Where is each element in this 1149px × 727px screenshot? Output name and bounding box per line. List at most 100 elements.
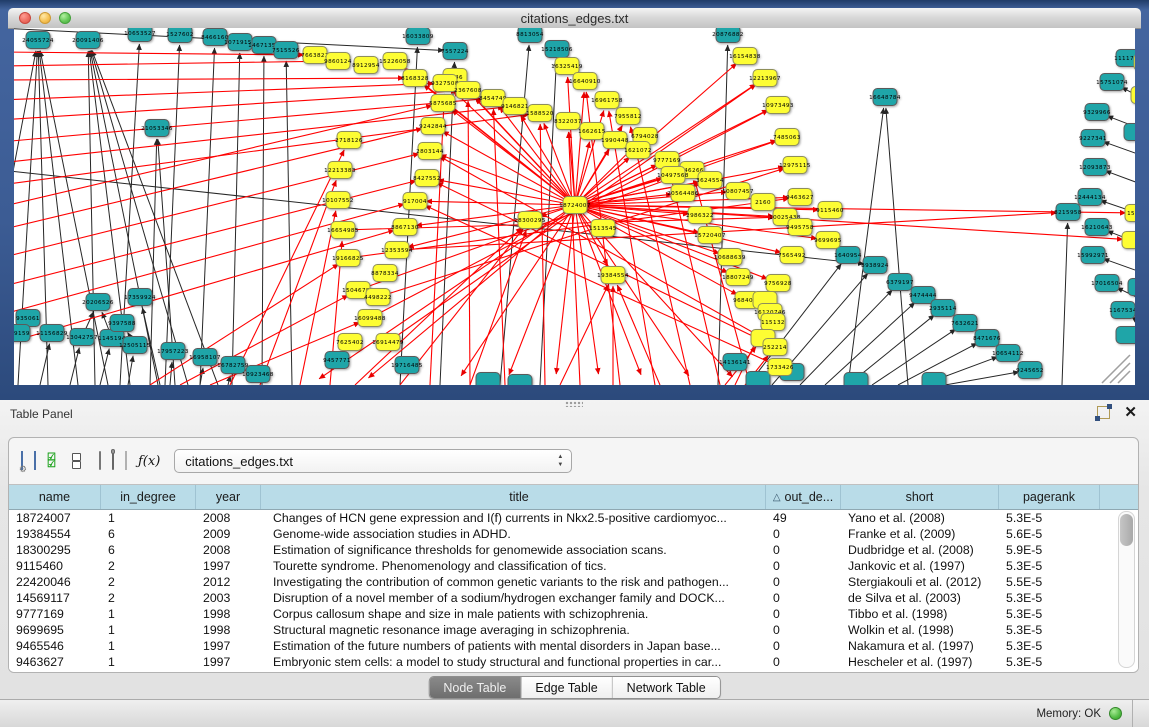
graph-node[interactable]: 8867130: [391, 219, 419, 236]
graph-node[interactable]: 1513545: [589, 220, 617, 237]
graph-node[interactable]: [1131, 87, 1135, 104]
graph-node[interactable]: 9777169: [653, 152, 681, 169]
table-options-icon[interactable]: ⚙: [21, 452, 23, 470]
graph-node[interactable]: [922, 373, 946, 386]
graph-node[interactable]: 18807249: [722, 269, 754, 286]
graph-node[interactable]: 16961758: [591, 92, 623, 109]
graph-node[interactable]: 252214: [763, 339, 787, 356]
show-columns-icon[interactable]: [34, 452, 36, 470]
graph-node[interactable]: 18300295: [514, 212, 546, 229]
float-panel-icon[interactable]: [1097, 406, 1110, 419]
graph-node[interactable]: 1621072: [624, 142, 652, 159]
graph-node[interactable]: 1167534: [1109, 302, 1135, 319]
graph-node[interactable]: 2160: [751, 194, 775, 211]
graph-node[interactable]: 8912954: [352, 57, 380, 74]
graph-node[interactable]: 12975115: [779, 157, 811, 174]
graph-node[interactable]: 9227341: [1079, 130, 1107, 147]
graph-node[interactable]: 14136141: [719, 354, 751, 371]
graph-node[interactable]: 5875685: [429, 95, 457, 112]
graph-node[interactable]: [476, 373, 500, 386]
graph-node[interactable]: 16914479: [372, 334, 404, 351]
graph-node[interactable]: 9457771: [323, 352, 351, 369]
graph-node[interactable]: 19384554: [597, 267, 629, 284]
graph-node[interactable]: [1124, 124, 1135, 141]
graph-node[interactable]: 16154838: [729, 48, 761, 65]
graph-node[interactable]: 10497568: [657, 167, 689, 184]
close-panel-icon[interactable]: ✕: [1124, 406, 1137, 419]
column-header-in-degree[interactable]: in_degree: [101, 485, 196, 509]
graph-node[interactable]: 15218506: [541, 41, 573, 58]
delete-column-icon[interactable]: [112, 452, 114, 470]
graph-node[interactable]: [844, 373, 868, 386]
graph-node[interactable]: 10923468: [242, 366, 274, 383]
graph-node[interactable]: 10107552: [322, 192, 354, 209]
graph-node[interactable]: 9397588: [108, 315, 136, 332]
table-mode-icon[interactable]: [72, 453, 80, 469]
graph-node[interactable]: 15720407: [694, 227, 726, 244]
graph-node[interactable]: 7557224: [441, 43, 469, 60]
graph-node[interactable]: 9756928: [764, 275, 792, 292]
column-header-out-degree[interactable]: △ out_de...: [766, 485, 841, 509]
graph-node[interactable]: 13042757: [66, 329, 98, 346]
graph-node[interactable]: 12505115: [119, 337, 151, 354]
graph-node[interactable]: 9699695: [814, 232, 842, 249]
graph-node[interactable]: 15751074: [1096, 74, 1128, 91]
tab-network-table[interactable]: Network Table: [613, 677, 720, 698]
graph-node[interactable]: 16640910: [569, 73, 601, 90]
graph-node[interactable]: 17957223: [157, 343, 189, 360]
graph-node[interactable]: 17359924: [124, 289, 156, 306]
graph-node[interactable]: 20564486: [667, 185, 699, 202]
graph-node[interactable]: 20876882: [712, 28, 744, 43]
graph-node[interactable]: 917004: [403, 193, 427, 210]
column-header-year[interactable]: year: [196, 485, 261, 509]
table-row[interactable]: 1456911722003Disruption of a novel membe…: [9, 590, 1138, 606]
graph-node[interactable]: 8168328: [401, 70, 429, 87]
graph-node[interactable]: 8322037: [554, 113, 582, 130]
table-row[interactable]: 911546021997Tourette syndrome. Phenomeno…: [9, 558, 1138, 574]
canvas-resize-grip[interactable]: [1102, 355, 1130, 383]
column-header-title[interactable]: title: [261, 485, 766, 509]
table-row[interactable]: 1872400712008Changes of HCN gene express…: [9, 510, 1138, 526]
table-select-dropdown[interactable]: citations_edges.txt ▲▼: [174, 449, 572, 473]
graph-node[interactable]: 4498222: [364, 289, 392, 306]
graph-node[interactable]: 2718126: [335, 132, 363, 149]
graph-node[interactable]: 10688639: [714, 249, 746, 266]
graph-node[interactable]: 15958: [1125, 205, 1135, 222]
graph-node[interactable]: 10807457: [722, 183, 754, 200]
graph-node[interactable]: 2803144: [416, 143, 444, 160]
graph-node[interactable]: 1111753: [1114, 50, 1135, 67]
graph-node[interactable]: 9245652: [1016, 362, 1044, 379]
graph-node[interactable]: [1134, 54, 1135, 71]
graph-node[interactable]: [746, 372, 770, 386]
graph-node[interactable]: 24055724: [22, 32, 54, 49]
column-header-name[interactable]: name: [9, 485, 101, 509]
graph-node[interactable]: 935061: [16, 310, 40, 327]
table-row[interactable]: 977716911998Corpus callosum shape and si…: [9, 606, 1138, 622]
table-row[interactable]: 1830029562008Estimation of significance …: [9, 542, 1138, 558]
graph-node[interactable]: 16325419: [551, 58, 583, 75]
graph-node[interactable]: 16033809: [402, 28, 434, 45]
graph-node[interactable]: 10654112: [992, 345, 1024, 362]
graph-node[interactable]: 19716485: [391, 357, 423, 374]
graph-node[interactable]: 11156829: [36, 325, 68, 342]
network-canvas[interactable]: 2405572420091406106535271527602846616010…: [14, 28, 1135, 385]
graph-node[interactable]: 7625402: [336, 334, 364, 351]
graph-node[interactable]: 12213967: [749, 70, 781, 87]
graph-node[interactable]: 16654985: [327, 222, 359, 239]
graph-node[interactable]: 15226058: [379, 53, 411, 70]
graph-node[interactable]: 9329966: [1083, 104, 1111, 121]
graph-node[interactable]: 1733426: [766, 359, 794, 376]
graph-node[interactable]: 12444134: [1074, 189, 1106, 206]
graph-node[interactable]: 9115460: [816, 202, 844, 219]
graph-node[interactable]: 21053346: [141, 120, 173, 137]
graph-node[interactable]: 8427552: [413, 170, 441, 187]
create-column-icon[interactable]: [99, 452, 101, 470]
graph-node[interactable]: 19166825: [332, 250, 364, 267]
graph-node[interactable]: 16099488: [354, 310, 386, 327]
graph-node[interactable]: 2986322: [686, 207, 714, 224]
graph-node[interactable]: 17016504: [1091, 275, 1123, 292]
graph-node[interactable]: 18724007: [559, 197, 591, 214]
graph-node[interactable]: 12093873: [1079, 159, 1111, 176]
graph-node[interactable]: 6379197: [886, 274, 914, 291]
table-row[interactable]: 1938455462009Genome-wide association stu…: [9, 526, 1138, 542]
